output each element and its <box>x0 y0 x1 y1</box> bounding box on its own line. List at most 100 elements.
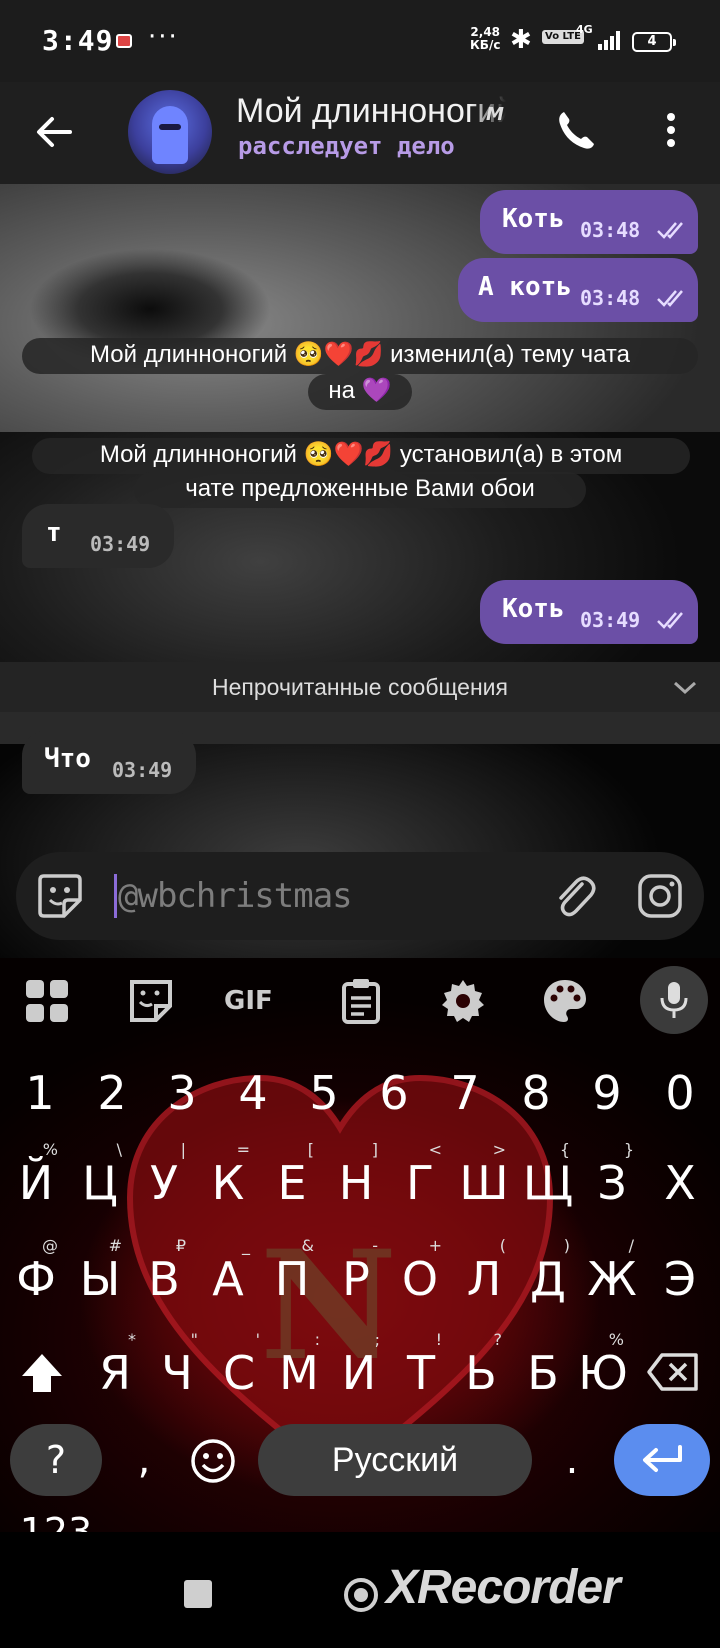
key-hint: ₽ <box>175 1236 186 1255</box>
shift-icon[interactable] <box>18 1350 66 1398</box>
letter-key[interactable]: П & <box>260 1234 324 1324</box>
letter-key[interactable]: Я * <box>84 1328 146 1418</box>
letter-key[interactable]: А _ <box>196 1234 260 1324</box>
key-hint: } <box>623 1140 634 1159</box>
key-label: М <box>279 1346 319 1400</box>
message-outgoing[interactable]: Коть 03:48 <box>480 190 698 254</box>
key-label: Щ <box>522 1156 574 1210</box>
letter-key[interactable]: И; <box>328 1328 390 1418</box>
message-input[interactable]: @wbchristmas <box>118 876 353 916</box>
letter-key[interactable]: Э <box>648 1234 712 1324</box>
letter-key[interactable]: Ь? <box>450 1328 512 1418</box>
avatar[interactable] <box>128 90 212 174</box>
key-1[interactable]: 1 <box>0 1048 80 1138</box>
gif-button[interactable]: GIF <box>224 976 284 1026</box>
letter-key[interactable]: Ш > <box>452 1138 516 1228</box>
unread-label: Непрочитанные сообщения <box>212 674 508 700</box>
service-text: на 💜 <box>328 377 392 404</box>
key-2[interactable]: 2 <box>72 1048 152 1138</box>
key-hint: ; <box>374 1330 380 1349</box>
period-key[interactable]: . <box>552 1424 592 1496</box>
backspace-icon[interactable] <box>646 1352 700 1392</box>
back-arrow-icon[interactable] <box>34 112 74 152</box>
letter-key[interactable]: Г < <box>388 1138 452 1228</box>
sticker-icon[interactable] <box>36 872 84 920</box>
key-label: Й <box>18 1156 54 1210</box>
letter-key[interactable]: Ю% <box>572 1328 634 1418</box>
recents-button[interactable] <box>184 1580 212 1608</box>
number-row: 1 2 3 4 5 6 7 8 9 0 <box>0 1048 720 1138</box>
key-label: Ю <box>578 1346 628 1400</box>
chat-area[interactable]: Коть 03:48 А коть 03:48 Мой длинноногий … <box>0 184 720 958</box>
key-label: И <box>341 1346 377 1400</box>
letter-key[interactable]: Л( <box>452 1234 516 1324</box>
key-label: Р <box>342 1252 370 1306</box>
apps-icon[interactable] <box>22 976 72 1026</box>
network-speed: 2,48 КБ/с <box>470 26 500 52</box>
clipboard-icon[interactable] <box>336 976 386 1026</box>
key-3[interactable]: 3 <box>142 1048 222 1138</box>
letter-key[interactable]: Ц \ <box>68 1138 132 1228</box>
home-button[interactable] <box>344 1578 378 1612</box>
message-outgoing[interactable]: А коть 03:48 <box>458 258 698 322</box>
key-hint: ! <box>435 1330 442 1349</box>
letter-key[interactable]: Ч " <box>146 1328 208 1418</box>
letter-key[interactable]: Ж / <box>580 1234 644 1324</box>
key-5[interactable]: 5 <box>284 1048 364 1138</box>
key-label: О <box>401 1252 439 1306</box>
chat-title[interactable]: Мой длинноногий <box>236 92 506 131</box>
letter-key[interactable]: Б <box>512 1328 574 1418</box>
letter-row-1: Й% Ц \ У | К = Е[ Н] Г < Ш > Щ{ З} Х <box>0 1138 720 1228</box>
letter-key[interactable]: О + <box>388 1234 452 1324</box>
letter-key[interactable]: Д) <box>516 1234 580 1324</box>
key-6[interactable]: 6 <box>354 1048 434 1138</box>
symbols-key[interactable]: ?123 <box>10 1424 102 1532</box>
emoji-icon[interactable] <box>190 1438 236 1484</box>
letter-key[interactable]: Е[ <box>260 1138 324 1228</box>
service-message: на 💜 <box>308 374 412 410</box>
chevron-down-icon[interactable] <box>672 676 698 698</box>
mic-button[interactable] <box>640 966 708 1034</box>
more-vertical-icon[interactable] <box>656 108 686 152</box>
letter-key[interactable]: Й% <box>4 1138 68 1228</box>
key-8[interactable]: 8 <box>496 1048 576 1138</box>
key-9[interactable]: 9 <box>567 1048 647 1138</box>
letter-key[interactable]: Щ{ <box>516 1138 580 1228</box>
paperclip-icon[interactable] <box>552 872 598 920</box>
key-0[interactable]: 0 <box>640 1048 720 1138</box>
key-4[interactable]: 4 <box>213 1048 293 1138</box>
letter-key[interactable]: С ' <box>208 1328 270 1418</box>
letter-key[interactable]: В ₽ <box>132 1234 196 1324</box>
palette-icon[interactable] <box>540 976 590 1026</box>
letter-key[interactable]: Т! <box>390 1328 452 1418</box>
phone-icon[interactable] <box>556 108 596 152</box>
comma-key[interactable]: , <box>124 1424 164 1496</box>
key-7[interactable]: 7 <box>425 1048 505 1138</box>
settings-icon[interactable] <box>438 976 488 1026</box>
key-hint: { <box>559 1140 570 1159</box>
key-hint: = <box>236 1140 250 1159</box>
message-outgoing[interactable]: Коть 03:49 <box>480 580 698 644</box>
letter-key[interactable]: К = <box>196 1138 260 1228</box>
key-label: Г <box>405 1156 435 1210</box>
enter-key[interactable] <box>614 1424 710 1496</box>
letter-key[interactable]: М: <box>268 1328 330 1418</box>
letter-key[interactable]: У | <box>132 1138 196 1228</box>
letter-key[interactable]: Н] <box>324 1138 388 1228</box>
signal-icon <box>598 30 624 50</box>
space-key[interactable]: Русский <box>258 1424 532 1496</box>
letter-key[interactable]: Р- <box>324 1234 388 1324</box>
key-label: Б <box>527 1346 559 1400</box>
letter-key[interactable]: Ф @ <box>4 1234 68 1324</box>
letter-key[interactable]: Х <box>648 1138 712 1228</box>
unread-divider: Непрочитанные сообщения <box>0 662 720 712</box>
camera-icon[interactable] <box>636 872 684 920</box>
message-incoming[interactable]: Что 03:49 <box>22 730 196 794</box>
sticker-icon[interactable] <box>126 976 176 1026</box>
message-incoming[interactable]: т 03:49 <box>22 504 174 568</box>
mic-icon <box>660 982 688 1018</box>
key-label: У <box>149 1156 179 1210</box>
letter-key[interactable]: З} <box>580 1138 644 1228</box>
status-bar: 3:49 ··· 2,48 КБ/с ✱ Vo LTE 4G 4 <box>0 0 720 82</box>
letter-key[interactable]: Ы # <box>68 1234 132 1324</box>
